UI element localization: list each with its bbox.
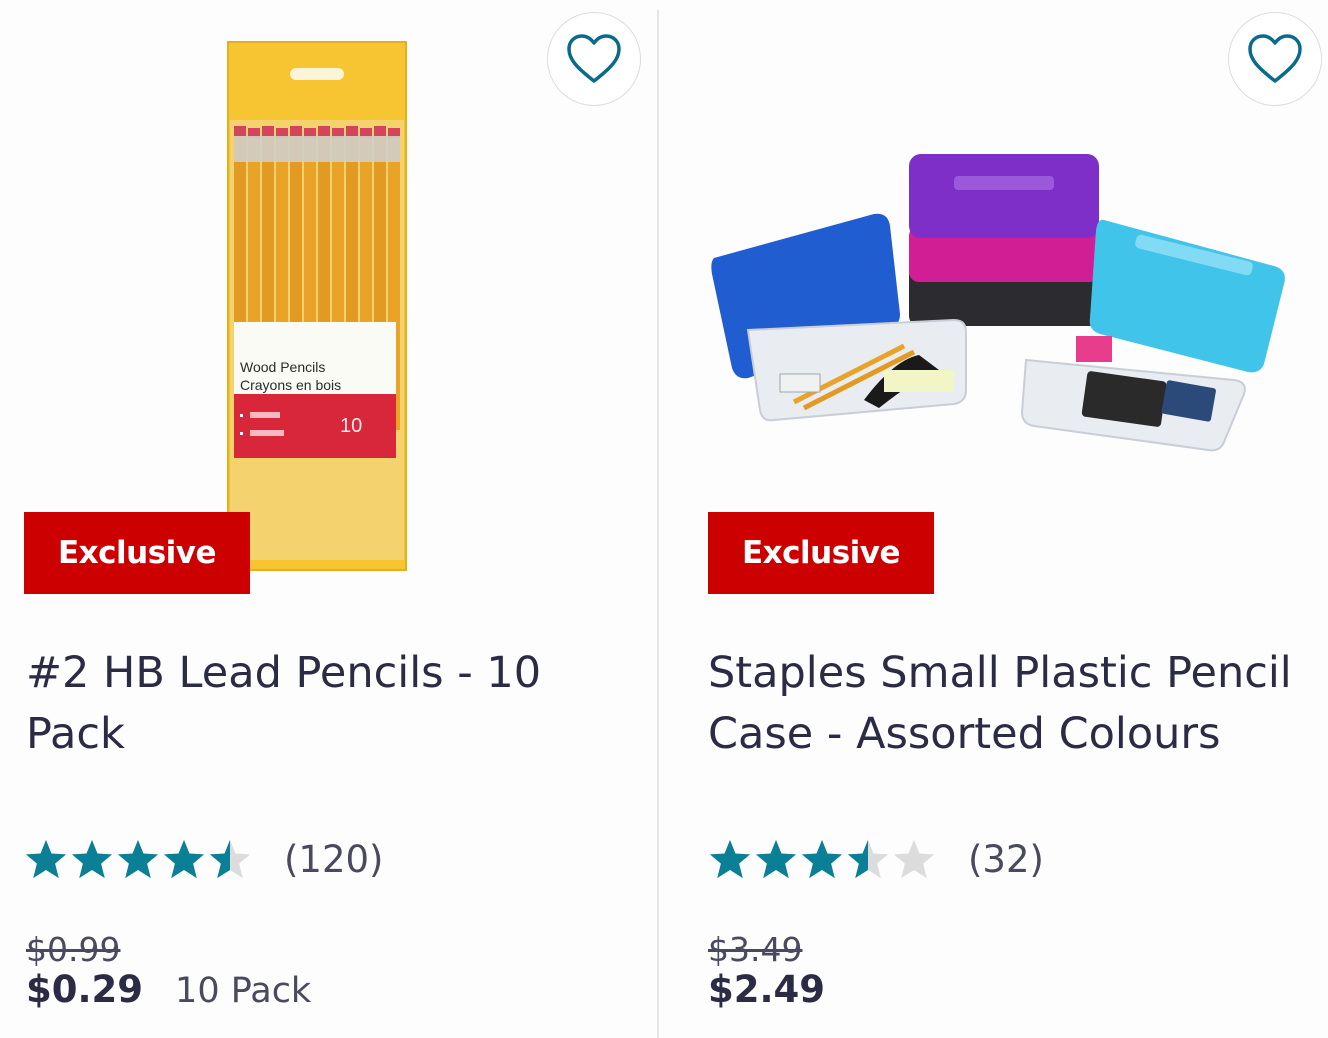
star-rating: [708, 838, 936, 880]
star-full-icon: [755, 839, 797, 879]
product-title[interactable]: #2 HB Lead Pencils - 10 Pack: [26, 643, 566, 765]
pencil-case-image: [711, 154, 1285, 452]
product-card[interactable]: Exclusive Staples Small Plastic Pencil C…: [664, 0, 1328, 1038]
star-full-icon: [801, 839, 843, 879]
sale-price: $2.49: [708, 968, 826, 1011]
package-label: Wood Pencils: [240, 359, 325, 375]
product-grid: Wood Pencils Crayons en bois 10 Exclusiv…: [0, 0, 1328, 1038]
rating[interactable]: (120): [24, 832, 384, 886]
star-half-icon: [847, 839, 889, 879]
pack-size: 10 Pack: [175, 971, 312, 1011]
product-image[interactable]: [704, 30, 1304, 590]
pencil-pack-image: Wood Pencils Crayons en bois 10: [227, 41, 407, 571]
star-full-icon: [709, 839, 751, 879]
price-row: $2.49: [708, 968, 825, 1011]
review-count[interactable]: (120): [284, 838, 384, 881]
star-rating: [24, 838, 252, 880]
rating[interactable]: (32): [708, 832, 1044, 886]
heart-icon: [567, 34, 621, 83]
sale-price: $0.29: [26, 968, 144, 1011]
was-price: $3.49: [708, 930, 803, 969]
exclusive-badge: Exclusive: [708, 512, 934, 594]
package-label: Crayons en bois: [240, 377, 341, 393]
star-full-icon: [25, 839, 67, 879]
was-price: $0.99: [26, 930, 121, 969]
exclusive-badge: Exclusive: [24, 512, 250, 594]
package-count: 10: [340, 415, 362, 437]
favorite-button[interactable]: [547, 12, 641, 106]
star-full-icon: [163, 839, 205, 879]
star-full-icon: [117, 839, 159, 879]
product-title[interactable]: Staples Small Plastic Pencil Case - Asso…: [708, 643, 1308, 765]
star-half-icon: [209, 839, 251, 879]
star-empty-icon: [893, 839, 935, 879]
product-image[interactable]: Wood Pencils Crayons en bois 10: [160, 30, 490, 590]
star-full-icon: [71, 839, 113, 879]
price-row: $0.29 10 Pack: [26, 968, 311, 1011]
product-card[interactable]: Wood Pencils Crayons en bois 10 Exclusiv…: [0, 0, 664, 1038]
review-count[interactable]: (32): [968, 838, 1044, 881]
